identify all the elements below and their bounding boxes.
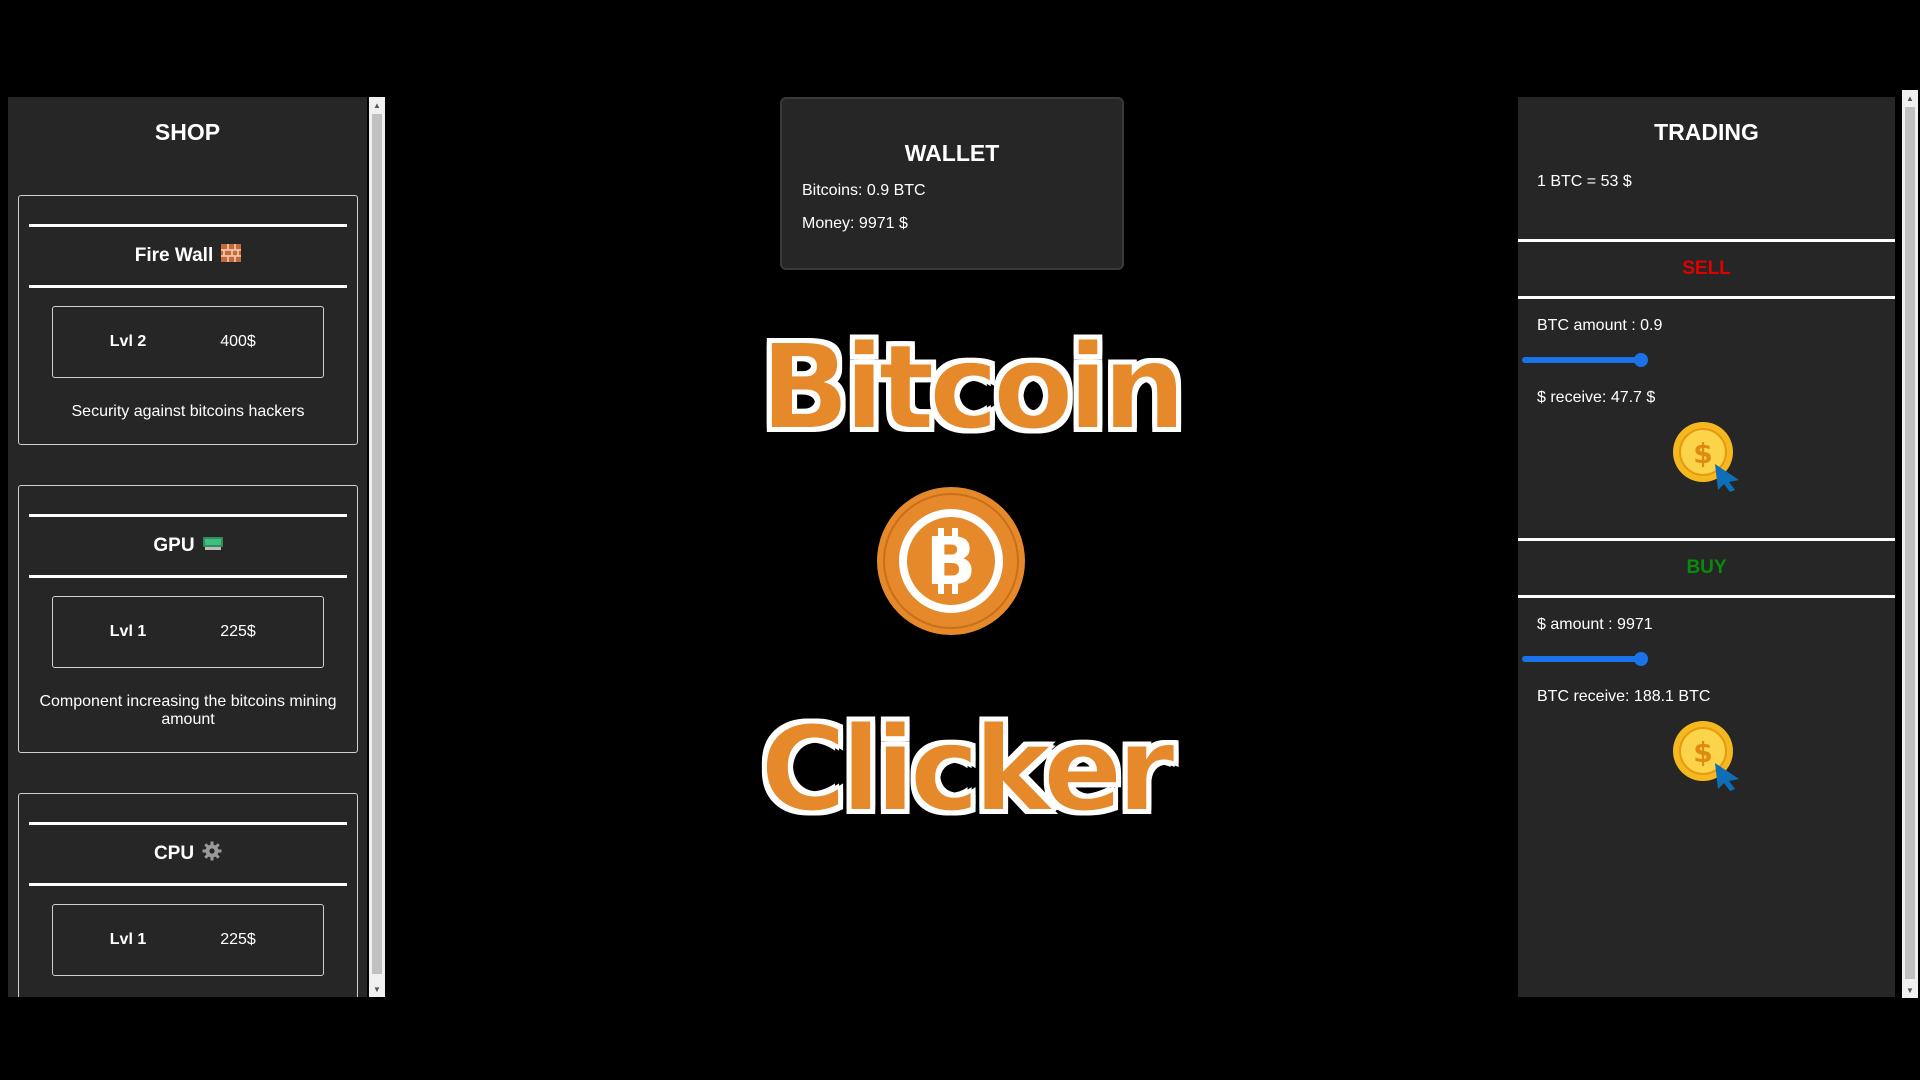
item-description: Security against bitcoins hackers [71,403,305,420]
wallet-money: Money: 9971 $ [802,215,908,232]
logo-title-bottom: Clicker [759,699,1176,839]
scroll-down-arrow-icon[interactable]: ▼ [1902,982,1918,998]
shop-panel: SHOP Fire Wall Lvl 2 400$ Security again… [8,97,367,997]
card-divider [29,285,347,288]
shop-section: SHOP Fire Wall Lvl 2 400$ Security again… [8,97,385,997]
shop-item-header: GPU [19,517,357,575]
scroll-up-arrow-icon[interactable]: ▲ [369,97,385,113]
wallet-bitcoins: Bitcoins: 0.9 BTC [802,182,926,199]
bitcoin-coin-icon[interactable]: B [876,486,1026,636]
scroll-down-arrow-icon[interactable]: ▼ [369,981,385,997]
trading-title: TRADING [1654,119,1759,145]
gear-icon [202,841,222,867]
scroll-thumb[interactable] [1905,107,1915,979]
item-level: Lvl 1 [109,623,147,640]
shop-item-gpu: GPU Lvl 1 225$ Component increasing the … [18,485,358,753]
shop-item-firewall: Fire Wall Lvl 2 400$ Security against bi… [18,195,358,445]
shop-item-name: Fire Wall [134,245,214,266]
shop-item-header: CPU [19,825,357,883]
upgrade-button-gpu[interactable]: Lvl 1 225$ [52,596,324,668]
gpu-icon [202,535,223,557]
item-price: 225$ [220,623,256,640]
shop-item-cpu: CPU Lvl 1 225$ [18,793,358,997]
slider-thumb[interactable] [1634,353,1648,367]
item-price: 400$ [220,333,256,350]
sell-receive: $ receive: 47.7 $ [1537,389,1656,406]
buy-receive: BTC receive: 188.1 BTC [1537,688,1711,705]
shop-item-name: GPU [153,535,195,556]
section-divider [1518,296,1895,299]
shop-title: SHOP [154,119,221,145]
buy-amount-slider[interactable] [1522,652,1648,666]
sell-coin-button[interactable]: $ [1672,420,1741,492]
shop-item-header: Fire Wall [19,227,357,285]
buy-coin-button[interactable]: $ [1672,719,1741,791]
svg-text:B: B [926,523,976,600]
buy-title: BUY [1686,557,1727,578]
card-divider [29,575,347,578]
buy-dollar-amount: $ amount : 9971 [1537,616,1653,633]
upgrade-button-cpu[interactable]: Lvl 1 225$ [52,904,324,976]
slider-thumb[interactable] [1634,652,1648,666]
item-level: Lvl 2 [109,333,147,350]
logo-title-top: Bitcoin [759,317,1187,457]
sell-btc-amount: BTC amount : 0.9 [1537,317,1663,334]
section-divider [1518,595,1895,598]
brick-wall-icon [221,244,242,268]
card-divider [29,883,347,886]
item-price: 225$ [220,931,256,948]
scroll-thumb[interactable] [372,114,382,974]
svg-text:$: $ [1693,736,1712,769]
trading-panel: TRADING 1 BTC = 53 $ SELL BTC amount : 0… [1518,97,1895,997]
shop-item-name: CPU [153,843,195,864]
sell-amount-slider[interactable] [1522,353,1648,367]
sell-title: SELL [1682,258,1731,279]
scroll-up-arrow-icon[interactable]: ▲ [1902,90,1918,106]
upgrade-button-firewall[interactable]: Lvl 2 400$ [52,306,324,378]
slider-track [1522,357,1642,363]
item-description: Component increasing the bitcoins mining… [39,693,337,728]
shop-scrollbar[interactable]: ▲ ▼ [369,97,385,997]
svg-text:$: $ [1693,437,1712,470]
item-level: Lvl 1 [109,931,147,948]
page-scrollbar[interactable]: ▲ ▼ [1902,90,1918,998]
coin-click-icon: $ [1672,721,1739,791]
wallet-title: WALLET [904,140,1000,166]
coin-click-icon: $ [1672,422,1739,492]
exchange-rate: 1 BTC = 53 $ [1537,173,1632,190]
slider-track [1522,656,1642,662]
wallet-panel: WALLET Bitcoins: 0.9 BTC Money: 9971 $ [780,97,1124,270]
